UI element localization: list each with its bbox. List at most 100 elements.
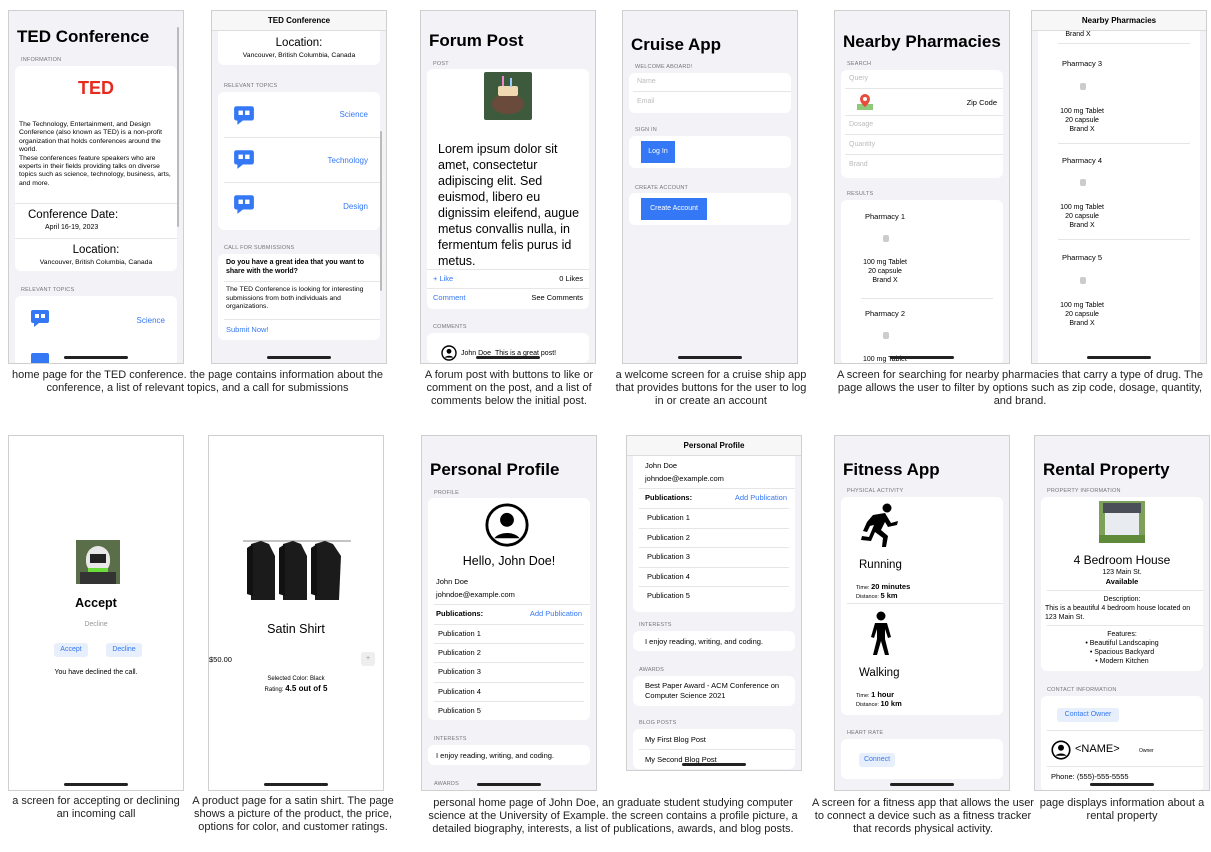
- rental-screen: Rental Property PROPERTY INFORMATION 4 B…: [1034, 435, 1210, 791]
- profile-email: johndoe@example.com: [645, 474, 724, 483]
- decline-label: Decline: [84, 621, 108, 628]
- caption-profile: personal home page of John Doe, an gradu…: [428, 797, 798, 835]
- page-title: Rental Property: [1043, 460, 1170, 479]
- chat-icon: [234, 106, 254, 125]
- add-button[interactable]: +: [361, 652, 375, 666]
- section-header: PROPERTY INFORMATION: [1047, 488, 1121, 494]
- email-input[interactable]: Email: [633, 93, 791, 111]
- section-header: CONTACT INFORMATION: [1047, 687, 1117, 693]
- publications-label: Publications:: [645, 493, 693, 502]
- results-card: Pharmacy 1 100 mg Tablet 20 capsule Brand …: [841, 200, 1003, 363]
- topic-technology-link[interactable]: Technology: [328, 156, 368, 166]
- pharmacy-detail: 100 mg Tablet 20 capsule Brand X: [1060, 204, 1104, 229]
- like-button[interactable]: + Like: [433, 274, 453, 284]
- create-account-button[interactable]: Create Account: [641, 198, 707, 220]
- accept-title: Accept: [75, 596, 117, 610]
- chat-icon: [31, 310, 49, 327]
- contact-owner-button[interactable]: Contact Owner: [1057, 708, 1119, 722]
- pharmacy-name[interactable]: Pharmacy 5: [1062, 253, 1102, 263]
- profile-email: johndoe@example.com: [436, 590, 515, 599]
- pharmacy-name[interactable]: Pharmacy 2: [865, 309, 905, 319]
- owner-tag: Owner: [1139, 748, 1154, 754]
- location-label: Location:: [72, 244, 120, 256]
- add-publication-button[interactable]: Add Publication: [530, 609, 582, 619]
- publication-item[interactable]: Publication 4: [434, 682, 584, 701]
- publication-item[interactable]: Publication 2: [639, 528, 789, 547]
- interests-card: I enjoy reading, writing, and coding.: [428, 745, 590, 765]
- section-header: INTERESTS: [434, 736, 467, 742]
- publications-label: Publications:: [436, 609, 484, 618]
- topic-science-link[interactable]: Science: [137, 316, 165, 326]
- caption-ted: home page for the TED conference. the pa…: [12, 369, 383, 394]
- caption-fitness: A screen for a fitness app that allows t…: [812, 797, 1034, 835]
- pharmacy-screen-1: Nearby Pharmacies SEARCH Query Zip Code …: [834, 10, 1010, 364]
- submit-link[interactable]: Submit Now!: [226, 325, 269, 335]
- publication-item[interactable]: Publication 5: [639, 586, 789, 605]
- house-image: [1099, 501, 1145, 543]
- topic-science-link[interactable]: Science: [340, 110, 368, 120]
- publication-item[interactable]: Publication 1: [434, 624, 584, 643]
- pharmacy-detail: 100 mg Tablet 20 capsule Brand X: [863, 259, 907, 284]
- quantity-input[interactable]: Quantity: [845, 136, 1003, 155]
- pharmacy-screen-2: Nearby Pharmacies Brand X Pharmacy 3 100…: [1031, 10, 1207, 364]
- see-comments-button[interactable]: See Comments: [531, 293, 583, 303]
- home-indicator: [682, 763, 746, 766]
- pharmacy-name[interactable]: Pharmacy 3: [1062, 59, 1102, 69]
- name-input[interactable]: Name: [633, 73, 791, 92]
- query-input[interactable]: Query: [845, 70, 1003, 89]
- user-icon: [485, 503, 529, 547]
- accept-button[interactable]: Accept: [54, 643, 88, 657]
- map-pin-icon: [857, 94, 873, 110]
- post-body: Lorem ipsum dolor sit amet, consectetur …: [438, 142, 580, 268]
- decline-button[interactable]: Decline: [106, 643, 142, 657]
- pharmacy-name[interactable]: Pharmacy 1: [865, 212, 905, 222]
- call-status: You have declined the call.: [54, 669, 138, 676]
- interests-text: I enjoy reading, writing, and coding.: [645, 637, 763, 646]
- page-title: Personal Profile: [430, 460, 560, 479]
- home-indicator: [64, 356, 128, 359]
- connect-button[interactable]: Connect: [859, 753, 895, 767]
- page-title: Nearby Pharmacies: [843, 32, 1001, 51]
- running-icon: [861, 503, 898, 547]
- add-publication-button[interactable]: Add Publication: [735, 493, 787, 503]
- topic-design-link[interactable]: Design: [343, 202, 368, 212]
- pharmacy-detail: Brand X: [1065, 31, 1091, 38]
- call-question: Do you have a great idea that you want t…: [226, 259, 365, 275]
- section-header: AWARDS: [639, 667, 664, 673]
- section-header: SIGN IN: [635, 127, 657, 133]
- page-title: Cruise App: [631, 35, 722, 54]
- interests-card: I enjoy reading, writing, and coding.: [633, 631, 795, 651]
- signin-card: Log In: [629, 136, 791, 168]
- brand-input[interactable]: Brand: [845, 156, 1003, 174]
- page-title: Fitness App: [843, 460, 940, 479]
- publication-item[interactable]: Publication 5: [434, 701, 584, 720]
- ted-description: The Technology, Entertainment, and Desig…: [19, 121, 171, 187]
- availability-status: Available: [1105, 577, 1139, 586]
- user-icon: [1051, 740, 1071, 760]
- interests-text: I enjoy reading, writing, and coding.: [436, 751, 554, 760]
- home-indicator: [477, 783, 541, 786]
- publication-item[interactable]: Publication 3: [639, 547, 789, 566]
- search-card: Query Zip Code Dosage Quantity Brand: [841, 70, 1003, 178]
- publication-item[interactable]: Publication 1: [639, 508, 789, 527]
- location-value: Vancouver, British Columbia, Canada: [242, 52, 356, 59]
- login-button[interactable]: Log In: [641, 141, 675, 163]
- caption-shirt: A product page for a satin shirt. The pa…: [192, 795, 394, 833]
- blog-post-link[interactable]: My First Blog Post: [645, 735, 706, 745]
- user-icon: [441, 345, 457, 361]
- profile-card: John Doe johndoe@example.com Publication…: [633, 456, 795, 612]
- dosage-input[interactable]: Dosage: [845, 116, 1003, 135]
- pill-icon: [883, 332, 889, 339]
- home-indicator: [64, 783, 128, 786]
- selected-color: Selected Color: Black: [267, 676, 325, 682]
- publication-item[interactable]: Publication 3: [434, 662, 584, 681]
- publication-item[interactable]: Publication 2: [434, 643, 584, 662]
- publication-item[interactable]: Publication 4: [639, 567, 789, 586]
- likes-count: 0 Likes: [559, 274, 583, 283]
- zip-code-input[interactable]: Zip Code: [967, 98, 997, 108]
- home-indicator: [264, 783, 328, 786]
- caption-cruise: a welcome screen for a cruise ship app t…: [615, 369, 807, 407]
- info-card: TED The Technology, Entertainment, and D…: [15, 66, 177, 271]
- comment-button[interactable]: Comment: [433, 293, 466, 303]
- pharmacy-name[interactable]: Pharmacy 4: [1062, 156, 1102, 166]
